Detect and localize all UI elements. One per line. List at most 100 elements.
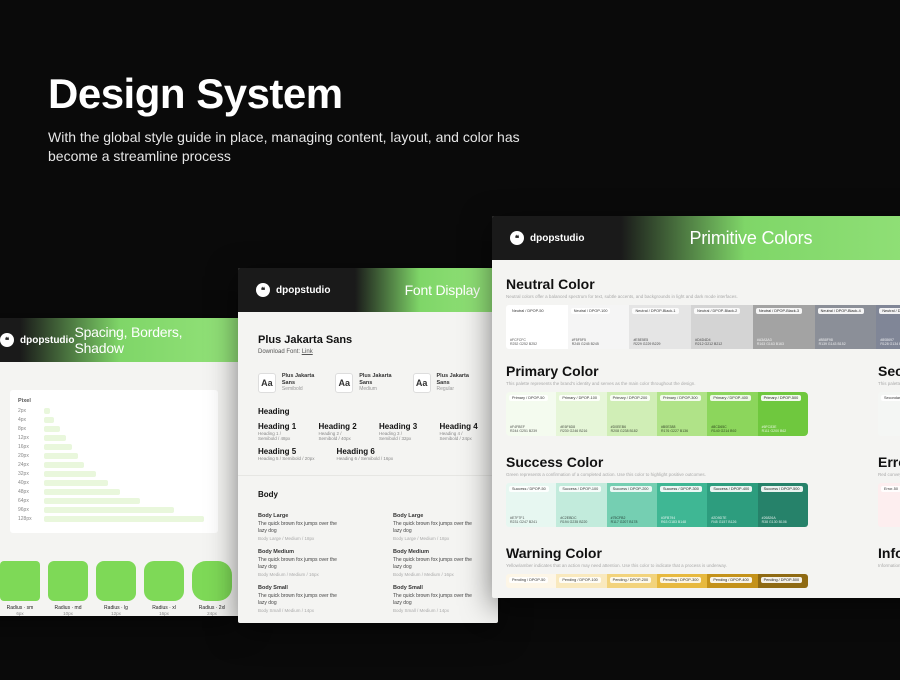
color-swatch: Pending / DPOP-200 bbox=[607, 574, 657, 588]
primary-swatches: Primary / DPOP-50#F4FBEFR244 G251 B239Pr… bbox=[506, 392, 808, 436]
quote-icon: ❝ bbox=[0, 333, 14, 347]
font-sample: AaPlus Jakarta SansSemibold bbox=[258, 373, 323, 393]
color-swatch: Success / DPOP-50#E7F7F1R231 G247 B241 bbox=[506, 483, 556, 527]
neutral-desc: Neutral colors offer a balanced spectrum… bbox=[506, 294, 826, 299]
heading-spec: Heading 4Heading 4 / Semibold / 24px bbox=[440, 422, 479, 441]
error-desc: Red conveys warnings or critical messagi… bbox=[878, 472, 900, 477]
neutral-swatches: Neutral / DPOP-50#FCFCFCR252 G252 B252Ne… bbox=[506, 305, 900, 349]
brand-label: dpopstudio bbox=[530, 233, 584, 244]
color-swatch: Neutral / DPOP-Black-3#A3A3A3R163 G163 B… bbox=[753, 305, 815, 349]
color-swatch: Neutral / DPOP-Black-1#E5E5E5R229 G229 B… bbox=[629, 305, 691, 349]
success-desc: Green represents a confirmation of a com… bbox=[506, 472, 808, 477]
success-group: Success Color Green represents a confirm… bbox=[506, 454, 808, 527]
spacing-row: 16px bbox=[18, 444, 210, 450]
color-swatch: Pending / DPOP-300 bbox=[657, 574, 707, 588]
spacing-row: 128px bbox=[18, 516, 210, 522]
spacing-row: 64px bbox=[18, 498, 210, 504]
brand: ❝ dpopstudio bbox=[256, 283, 330, 297]
heading-spec: Heading 5Heading 5 / Semibold / 20px bbox=[258, 447, 315, 461]
spacing-row: 2px bbox=[18, 408, 210, 414]
primary-desc: This palette represents the brand's iden… bbox=[506, 381, 808, 386]
font-download: Download Font: Link bbox=[258, 349, 478, 355]
heading-spec: Heading 6Heading 6 / Semibold / 16px bbox=[337, 447, 394, 461]
color-swatch: Success / DPOP-300#3FB794R63 G183 B148 bbox=[657, 483, 707, 527]
spacing-panel-header: ❝ dpopstudio Spacing, Borders, Shadow bbox=[0, 318, 240, 362]
color-swatch: Pending / DPOP-100 bbox=[556, 574, 606, 588]
brand: ❝ dpopstudio bbox=[510, 231, 584, 245]
brand-label: dpopstudio bbox=[20, 335, 74, 346]
warning-desc: Yellow/amber indicates that an action ma… bbox=[506, 563, 808, 568]
page-subtitle: With the global style guide in place, ma… bbox=[48, 128, 528, 166]
warning-group: Warning Color Yellow/amber indicates tha… bbox=[506, 545, 808, 588]
spacing-row: 40px bbox=[18, 480, 210, 486]
heading-spec: Heading 3Heading 3 / Semibold / 32px bbox=[379, 422, 418, 441]
color-swatch: Pending / DPOP-400 bbox=[707, 574, 757, 588]
colors-panel-header: ❝ dpopstudio Primitive Colors Col bbox=[492, 216, 900, 260]
success-title: Success Color bbox=[506, 454, 808, 470]
spacing-row: 12px bbox=[18, 435, 210, 441]
error-swatch: Error-50 bbox=[878, 483, 900, 527]
brand-label: dpopstudio bbox=[276, 285, 330, 296]
spacing-panel: ❝ dpopstudio Spacing, Borders, Shadow Pi… bbox=[0, 318, 240, 616]
color-swatch: Primary / DPOP-500#6FC83ER111 G200 B62 bbox=[758, 392, 808, 436]
info-desc: Informational messaging accent. bbox=[878, 563, 900, 568]
spacing-row: 96px bbox=[18, 507, 210, 513]
page-title: Design System bbox=[48, 70, 608, 118]
spacing-row: 20px bbox=[18, 453, 210, 459]
brand: ❝ dpopstudio bbox=[0, 333, 74, 347]
radius-strip: Radius · sm6pxRadius · md10pxRadius · lg… bbox=[0, 561, 240, 616]
secondary-swatch: Secondary-50 bbox=[878, 392, 900, 436]
color-swatch: Neutral / DPOP-100#F5F5F5R245 G245 B245 bbox=[568, 305, 630, 349]
secondary-desc: This palette represents the secondary br… bbox=[878, 381, 900, 386]
colors-panel: ❝ dpopstudio Primitive Colors Col Neutra… bbox=[492, 216, 900, 598]
radius-item: Radius · 2xl24px bbox=[192, 561, 232, 616]
neutral-group: Neutral Color Neutral colors offer a bal… bbox=[506, 276, 900, 349]
colors-panel-title: Primitive Colors bbox=[689, 228, 812, 249]
color-swatch: Success / DPOP-100#C2EBDCR194 G235 B220 bbox=[556, 483, 606, 527]
font-panel-header: ❝ dpopstudio Font Display bbox=[238, 268, 498, 312]
quote-icon: ❝ bbox=[510, 231, 524, 245]
heading-section-label: Heading bbox=[258, 407, 478, 416]
radius-item: Radius · md10px bbox=[48, 561, 88, 616]
color-swatch: Success / DPOP-500#26826AR38 G130 B106 bbox=[758, 483, 808, 527]
font-family-name: Plus Jakarta Sans bbox=[258, 334, 478, 346]
body-column: Body LargeThe quick brown fox jumps over… bbox=[258, 505, 343, 613]
warning-title: Warning Color bbox=[506, 545, 808, 561]
warning-swatches: Pending / DPOP-50Pending / DPOP-100Pendi… bbox=[506, 574, 808, 588]
secondary-group: Secondary This palette represents the se… bbox=[878, 363, 900, 450]
neutral-title: Neutral Color bbox=[506, 276, 900, 292]
color-swatch: Primary / DPOP-300#B0E388R176 G227 B136 bbox=[657, 392, 707, 436]
success-swatches: Success / DPOP-50#E7F7F1R231 G247 B241Su… bbox=[506, 483, 808, 527]
font-sample: AaPlus Jakarta SansMedium bbox=[335, 373, 400, 393]
info-group: Info Color Informational messaging accen… bbox=[878, 545, 900, 588]
primary-group: Primary Color This palette represents th… bbox=[506, 363, 808, 436]
body-column: Body LargeThe quick brown fox jumps over… bbox=[393, 505, 478, 613]
body-section-label: Body bbox=[258, 490, 478, 499]
error-group: Error Color Red conveys warnings or crit… bbox=[878, 454, 900, 541]
primary-title: Primary Color bbox=[506, 363, 808, 379]
spacing-scale-card: Pixel 2px4px8px12px16px20px24px32px40px4… bbox=[10, 390, 218, 533]
color-swatch: Success / DPOP-400#2D9D7ER45 G157 B126 bbox=[707, 483, 757, 527]
color-swatch: Neutral / DPOP-Black-5#808697R128 G134 B… bbox=[876, 305, 900, 349]
color-swatch: Pending / DPOP-500 bbox=[758, 574, 808, 588]
font-panel: ❝ dpopstudio Font Display Plus Jakarta S… bbox=[238, 268, 498, 623]
secondary-title: Secondary bbox=[878, 363, 900, 379]
font-samples: AaPlus Jakarta SansSemibold AaPlus Jakart… bbox=[258, 373, 478, 393]
font-sample: AaPlus Jakarta SansRegular bbox=[413, 373, 478, 393]
color-swatch: Neutral / DPOP-Black-4#8B8F98R139 G143 B… bbox=[815, 305, 877, 349]
heading-spec: Heading 2Heading 2 / Semibold / 40px bbox=[319, 422, 358, 441]
spacing-row: 32px bbox=[18, 471, 210, 477]
info-title: Info Color bbox=[878, 545, 900, 561]
spacing-section-label: Pixel bbox=[18, 398, 210, 404]
divider bbox=[238, 475, 498, 476]
font-panel-title: Font Display bbox=[405, 282, 480, 298]
spacing-panel-title: Spacing, Borders, Shadow bbox=[74, 324, 222, 356]
color-swatch: Primary / DPOP-200#D0EEB6R208 G238 B182 bbox=[607, 392, 657, 436]
radius-item: Radius · sm6px bbox=[0, 561, 40, 616]
quote-icon: ❝ bbox=[256, 283, 270, 297]
font-download-link[interactable]: Link bbox=[302, 349, 313, 355]
color-swatch: Primary / DPOP-100#E6F6D8R230 G246 B216 bbox=[556, 392, 606, 436]
spacing-row: 24px bbox=[18, 462, 210, 468]
spacing-row: 48px bbox=[18, 489, 210, 495]
spacing-row: 4px bbox=[18, 417, 210, 423]
